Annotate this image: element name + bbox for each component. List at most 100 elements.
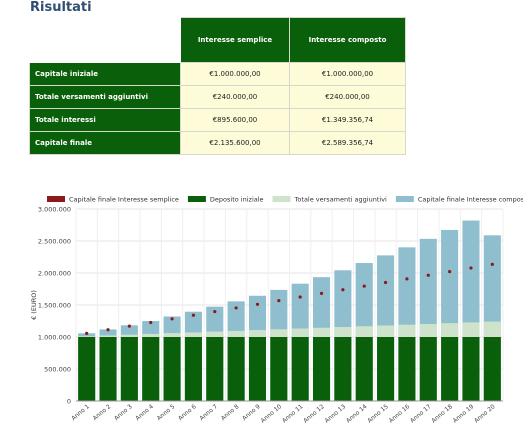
- table-row: Totale versamenti aggiuntivi €240.000,00…: [29, 85, 406, 109]
- x-tick-label: Anno 11: [281, 403, 305, 424]
- legend-label: Totale versamenti aggiuntivi: [294, 196, 387, 204]
- bar-deposito: [355, 337, 373, 401]
- x-tick-label: Anno 12: [302, 403, 326, 424]
- y-tick-label: 0: [67, 398, 71, 406]
- cell-value: €240.000,00: [289, 85, 406, 109]
- x-tick-label: Anno 4: [134, 403, 155, 422]
- x-tick-label: Anno 17: [409, 403, 433, 424]
- cell-value: €1.349.356,74: [289, 108, 406, 132]
- bar-deposito: [291, 337, 309, 401]
- legend-swatch: [395, 196, 414, 202]
- dot-capitale-semplice: [127, 324, 131, 328]
- bar-deposito: [462, 337, 480, 401]
- cell-value: €1.000.000,00: [180, 62, 290, 86]
- bar-deposito: [120, 337, 138, 401]
- cell-value: €240.000,00: [180, 85, 290, 109]
- y-tick-label: 3.000.000: [38, 206, 71, 214]
- bar-deposito: [227, 337, 245, 401]
- table-header-interesse-composto: Interesse composto: [289, 17, 406, 63]
- bar-deposito: [398, 337, 416, 401]
- bar-deposito: [312, 337, 331, 401]
- dot-capitale-semplice: [277, 299, 281, 303]
- x-tick-label: Anno 19: [452, 403, 476, 424]
- x-tick-label: Anno 5: [156, 403, 177, 422]
- legend-swatch: [47, 196, 65, 202]
- x-tick-label: Anno 14: [345, 403, 369, 424]
- cell-value: €895.600,00: [180, 108, 290, 132]
- cell-value: €2.589.356,74: [289, 131, 406, 155]
- chart-grid: [75, 208, 504, 402]
- dot-capitale-semplice: [469, 266, 473, 270]
- x-tick-label: Anno 1: [70, 403, 91, 422]
- dot-capitale-semplice: [106, 328, 110, 332]
- table-header-empty: [29, 17, 181, 63]
- dot-capitale-semplice: [213, 309, 217, 314]
- y-tick-label: 500.000: [44, 366, 71, 374]
- bar-deposito: [142, 337, 160, 401]
- dot-capitale-semplice: [341, 288, 345, 292]
- bar-deposito: [99, 337, 117, 401]
- x-tick-label: Anno 3: [113, 403, 134, 422]
- x-tick-label: Anno 7: [198, 403, 219, 422]
- y-axis-title: € (EURO): [30, 290, 38, 320]
- x-tick-label: Anno 10: [260, 403, 284, 424]
- legend-label: Capitale finale Interesse composto: [418, 196, 523, 204]
- y-tick-label: 2.500.000: [38, 238, 71, 246]
- row-label-capitale-iniziale: Capitale iniziale: [29, 62, 181, 86]
- dot-capitale-semplice: [234, 306, 238, 310]
- y-tick-label: 1.000.000: [38, 334, 71, 342]
- table-row: Totale interessi €895.600,00 €1.349.356,…: [29, 108, 406, 132]
- cell-value: €2.135.600,00: [180, 131, 290, 155]
- dot-capitale-semplice: [448, 269, 452, 274]
- dot-capitale-semplice: [170, 317, 174, 321]
- bar-deposito: [78, 337, 96, 401]
- dot-capitale-semplice: [298, 295, 302, 299]
- dot-capitale-semplice: [383, 280, 388, 285]
- bar-deposito: [441, 337, 459, 401]
- bar-deposito: [334, 337, 352, 401]
- table-row: Capitale iniziale €1.000.000,00 €1.000.0…: [29, 62, 406, 86]
- row-label-totale-versamenti: Totale versamenti aggiuntivi: [29, 85, 181, 109]
- row-label-capitale-finale: Capitale finale: [29, 131, 181, 155]
- legend-swatch: [272, 196, 291, 202]
- dot-capitale-semplice: [149, 320, 153, 325]
- row-label-totale-interessi: Totale interessi: [29, 108, 181, 132]
- legend-label: Capitale finale Interesse semplice: [69, 196, 179, 204]
- y-tick-label: 1.500.000: [38, 302, 71, 310]
- x-tick-label: Anno 15: [366, 403, 390, 424]
- table-header-interesse-semplice: Interesse semplice: [180, 17, 290, 63]
- dot-capitale-semplice: [255, 302, 260, 306]
- x-tick-label: Anno 16: [388, 403, 412, 424]
- dot-capitale-semplice: [426, 273, 430, 277]
- dot-capitale-semplice: [490, 262, 494, 266]
- x-tick-label: Anno 8: [220, 403, 241, 422]
- dot-capitale-semplice: [191, 313, 196, 317]
- cell-value: €1.000.000,00: [289, 62, 406, 86]
- dot-capitale-semplice: [85, 331, 89, 335]
- x-tick-label: Anno 18: [430, 403, 454, 424]
- bar-deposito: [248, 337, 267, 401]
- dot-capitale-semplice: [405, 277, 409, 281]
- x-tick-label: Anno 13: [324, 403, 348, 424]
- bar-deposito: [184, 337, 202, 401]
- page-title: Risultati: [30, 0, 92, 15]
- dot-capitale-semplice: [319, 291, 324, 295]
- y-tick-label: 2.000.000: [38, 270, 71, 278]
- table-row: Capitale finale €2.135.600,00 €2.589.356…: [29, 131, 406, 155]
- table-header-row: Interesse semplice Interesse composto: [29, 17, 406, 63]
- dot-capitale-semplice: [362, 284, 366, 288]
- legend-swatch: [187, 196, 206, 202]
- bar-deposito: [483, 337, 501, 401]
- growth-chart: Capitale finale Interesse semplice Deposi…: [30, 196, 523, 425]
- x-tick-label: Anno 20: [473, 403, 497, 424]
- bar-deposito: [206, 337, 224, 401]
- bar-deposito: [163, 337, 181, 401]
- legend-label: Deposito iniziale: [210, 196, 264, 204]
- results-table: Interesse semplice Interesse composto Ca…: [29, 17, 406, 155]
- x-tick-label: Anno 6: [177, 403, 198, 422]
- bar-deposito: [377, 337, 395, 401]
- x-tick-label: Anno 2: [92, 403, 113, 422]
- bar-deposito: [419, 337, 437, 401]
- chart-legend: Capitale finale Interesse semplice Deposi…: [47, 196, 523, 204]
- bar-deposito: [270, 337, 288, 401]
